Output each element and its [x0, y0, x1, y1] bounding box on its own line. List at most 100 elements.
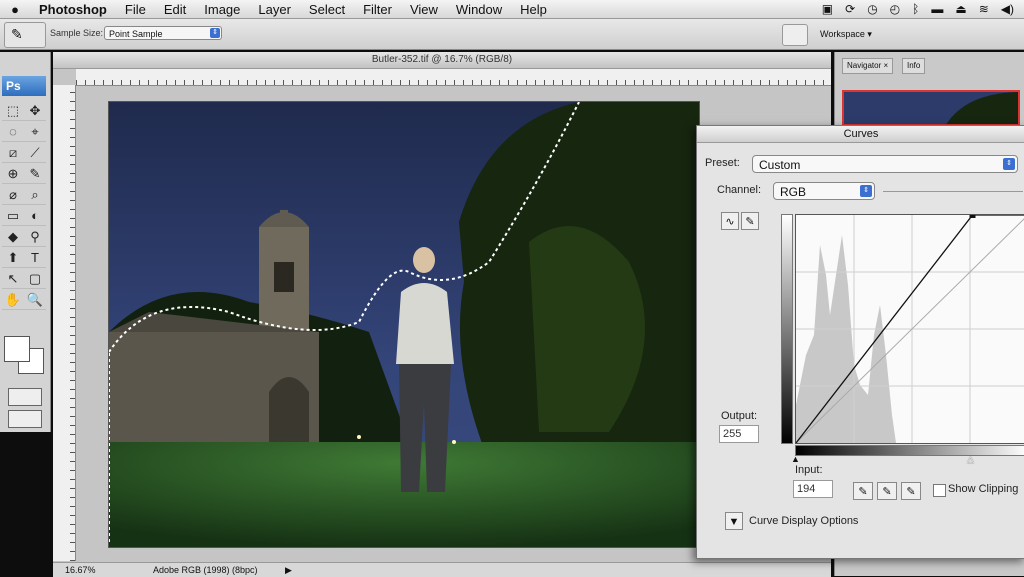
- preset-select[interactable]: Custom ⇕: [752, 155, 1018, 173]
- wifi-icon[interactable]: ≋: [979, 2, 989, 16]
- sample-size-select[interactable]: Point Sample ⇕: [104, 26, 222, 40]
- curves-title[interactable]: Curves: [697, 126, 1024, 143]
- gradient-tool-icon[interactable]: ◐: [24, 205, 46, 226]
- document-canvas[interactable]: [108, 101, 700, 548]
- sync-icon[interactable]: ⟳: [845, 2, 855, 16]
- eject-icon[interactable]: ⏏: [955, 2, 966, 16]
- type-tool-icon[interactable]: T: [24, 247, 46, 268]
- gray-eyedropper-button[interactable]: ✎: [877, 482, 897, 500]
- white-eyedropper-button[interactable]: ✎: [901, 482, 921, 500]
- brush-tool-icon[interactable]: ✎: [24, 163, 46, 184]
- hand-tool-icon[interactable]: ✋: [2, 289, 24, 310]
- display-icon[interactable]: ▬: [931, 2, 943, 16]
- show-clipping-checkbox[interactable]: [933, 484, 946, 497]
- tab-navigator[interactable]: Navigator ×: [842, 58, 894, 74]
- preset-label: Preset:: [705, 157, 740, 169]
- quick-mask-button[interactable]: [8, 388, 42, 406]
- curves-dialog: Curves Preset: Custom ⇕ Channel: RGB ⇕ ∿…: [696, 125, 1024, 559]
- document-title[interactable]: Butler-352.tif @ 16.7% (RGB/8): [53, 52, 831, 69]
- horizontal-ruler[interactable]: [76, 69, 831, 86]
- vertical-ruler[interactable]: [53, 85, 76, 561]
- path-select-tool-icon[interactable]: ↖: [2, 268, 24, 289]
- pencil-icon: ✎: [745, 216, 755, 228]
- zoom-level[interactable]: 16.67%: [65, 563, 96, 577]
- options-bar: ✎ Sample Size: Point Sample ⇕ Workspace …: [0, 19, 1024, 50]
- spaces-icon[interactable]: ▣: [822, 2, 833, 16]
- menu-filter[interactable]: Filter: [354, 2, 401, 17]
- bluetooth-icon[interactable]: ᛒ: [912, 2, 919, 16]
- channel-divider: [883, 191, 1023, 192]
- tools-grid: ⬚ ✥ ◌ ⌖ ⧄ ⟋ ⊕ ✎ ⌀ ⌕ ▭ ◐ ◆ ⚲ ⬆ T ↖ ▢ ✋ 🔍: [2, 100, 46, 310]
- blur-tool-icon[interactable]: ◆: [2, 226, 24, 247]
- pen-tool-icon[interactable]: ⬆: [2, 247, 24, 268]
- menu-select[interactable]: Select: [300, 2, 354, 17]
- preset-value: Custom: [759, 158, 801, 172]
- black-point-slider-icon[interactable]: ▲: [791, 454, 800, 464]
- screen-mode-button[interactable]: [8, 410, 42, 428]
- menu-photoshop[interactable]: Photoshop: [30, 2, 116, 17]
- chevron-updown-icon: ⇕: [210, 28, 220, 38]
- white-point-slider-icon[interactable]: △: [967, 454, 974, 465]
- clock-icon[interactable]: ◴: [890, 2, 900, 16]
- move-tool-icon[interactable]: ✥: [24, 100, 46, 121]
- foreground-color-swatch[interactable]: [4, 336, 30, 362]
- navigator-thumbnail[interactable]: [842, 90, 1020, 126]
- apple-menu-icon[interactable]: ●: [0, 2, 30, 17]
- curve-points-button[interactable]: ∿: [721, 212, 739, 230]
- menu-image[interactable]: Image: [195, 2, 249, 17]
- eyedropper-white-icon: ✎: [906, 486, 916, 498]
- tools-panel: Ps ⬚ ✥ ◌ ⌖ ⧄ ⟋ ⊕ ✎ ⌀ ⌕ ▭ ◐ ◆ ⚲ ⬆ T ↖ ▢ ✋…: [0, 52, 51, 432]
- history-brush-tool-icon[interactable]: ⌕: [24, 184, 46, 205]
- status-info[interactable]: Adobe RGB (1998) (8bpc): [153, 563, 258, 577]
- menu-help[interactable]: Help: [511, 2, 556, 17]
- status-menu-arrow-icon[interactable]: ▶: [285, 563, 292, 577]
- marquee-tool-icon[interactable]: ⬚: [2, 100, 24, 121]
- curves-graph[interactable]: [795, 214, 1024, 444]
- output-label: Output:: [721, 410, 758, 422]
- menu-window[interactable]: Window: [447, 2, 511, 17]
- workspace-button[interactable]: Workspace ▾: [812, 25, 900, 43]
- channel-label: Channel:: [717, 184, 762, 196]
- output-gradient-bar: [781, 214, 793, 444]
- black-eyedropper-button[interactable]: ✎: [853, 482, 873, 500]
- curve-control-point[interactable]: [969, 215, 976, 218]
- input-gradient-bar: [795, 445, 1024, 456]
- display-options-toggle[interactable]: ▼: [725, 512, 743, 530]
- input-field[interactable]: [793, 480, 833, 498]
- menu-edit[interactable]: Edit: [155, 2, 195, 17]
- sample-size-value: Point Sample: [109, 29, 163, 39]
- eraser-tool-icon[interactable]: ▭: [2, 205, 24, 226]
- chevron-updown-icon: ⇕: [860, 185, 872, 197]
- tab-info[interactable]: Info: [902, 58, 926, 74]
- zoom-tool-icon[interactable]: 🔍: [24, 289, 46, 310]
- magic-wand-tool-icon[interactable]: ⌖: [24, 121, 46, 142]
- tool-preset-picker[interactable]: ✎: [4, 22, 46, 48]
- stamp-tool-icon[interactable]: ⌀: [2, 184, 24, 205]
- menu-layer[interactable]: Layer: [249, 2, 300, 17]
- navigator-preview: [844, 92, 1018, 124]
- volume-icon[interactable]: ◀): [1001, 2, 1014, 16]
- output-field[interactable]: [719, 425, 759, 443]
- crop-tool-icon[interactable]: ⧄: [2, 142, 24, 163]
- channel-select[interactable]: RGB ⇕: [773, 182, 875, 200]
- curves-plot: [796, 215, 1024, 443]
- menu-view[interactable]: View: [401, 2, 447, 17]
- healing-tool-icon[interactable]: ⊕: [2, 163, 24, 184]
- display-options-label: Curve Display Options: [749, 515, 859, 527]
- show-clipping-label: Show Clipping: [948, 483, 1019, 495]
- status-bar: 16.67% Adobe RGB (1998) (8bpc) ▶: [53, 562, 831, 577]
- lasso-tool-icon[interactable]: ◌: [2, 121, 24, 142]
- chevron-down-icon: ▼: [728, 516, 740, 528]
- pencil-draw-button[interactable]: ✎: [741, 212, 759, 230]
- workspace-switcher-icon[interactable]: [782, 24, 808, 46]
- menu-file[interactable]: File: [116, 2, 155, 17]
- dodge-tool-icon[interactable]: ⚲: [24, 226, 46, 247]
- slice-tool-icon[interactable]: ⟋: [24, 142, 46, 163]
- ps-logo[interactable]: Ps: [2, 76, 46, 96]
- time-machine-icon[interactable]: ◷: [867, 2, 877, 16]
- sample-size-label: Sample Size:: [50, 28, 104, 38]
- shape-tool-icon[interactable]: ▢: [24, 268, 46, 289]
- eyedropper-black-icon: ✎: [858, 486, 868, 498]
- menu-extras: ▣ ⟳ ◷ ◴ ᛒ ▬ ⏏ ≋ ◀): [822, 2, 1024, 16]
- menu-bar: ● Photoshop File Edit Image Layer Select…: [0, 0, 1024, 19]
